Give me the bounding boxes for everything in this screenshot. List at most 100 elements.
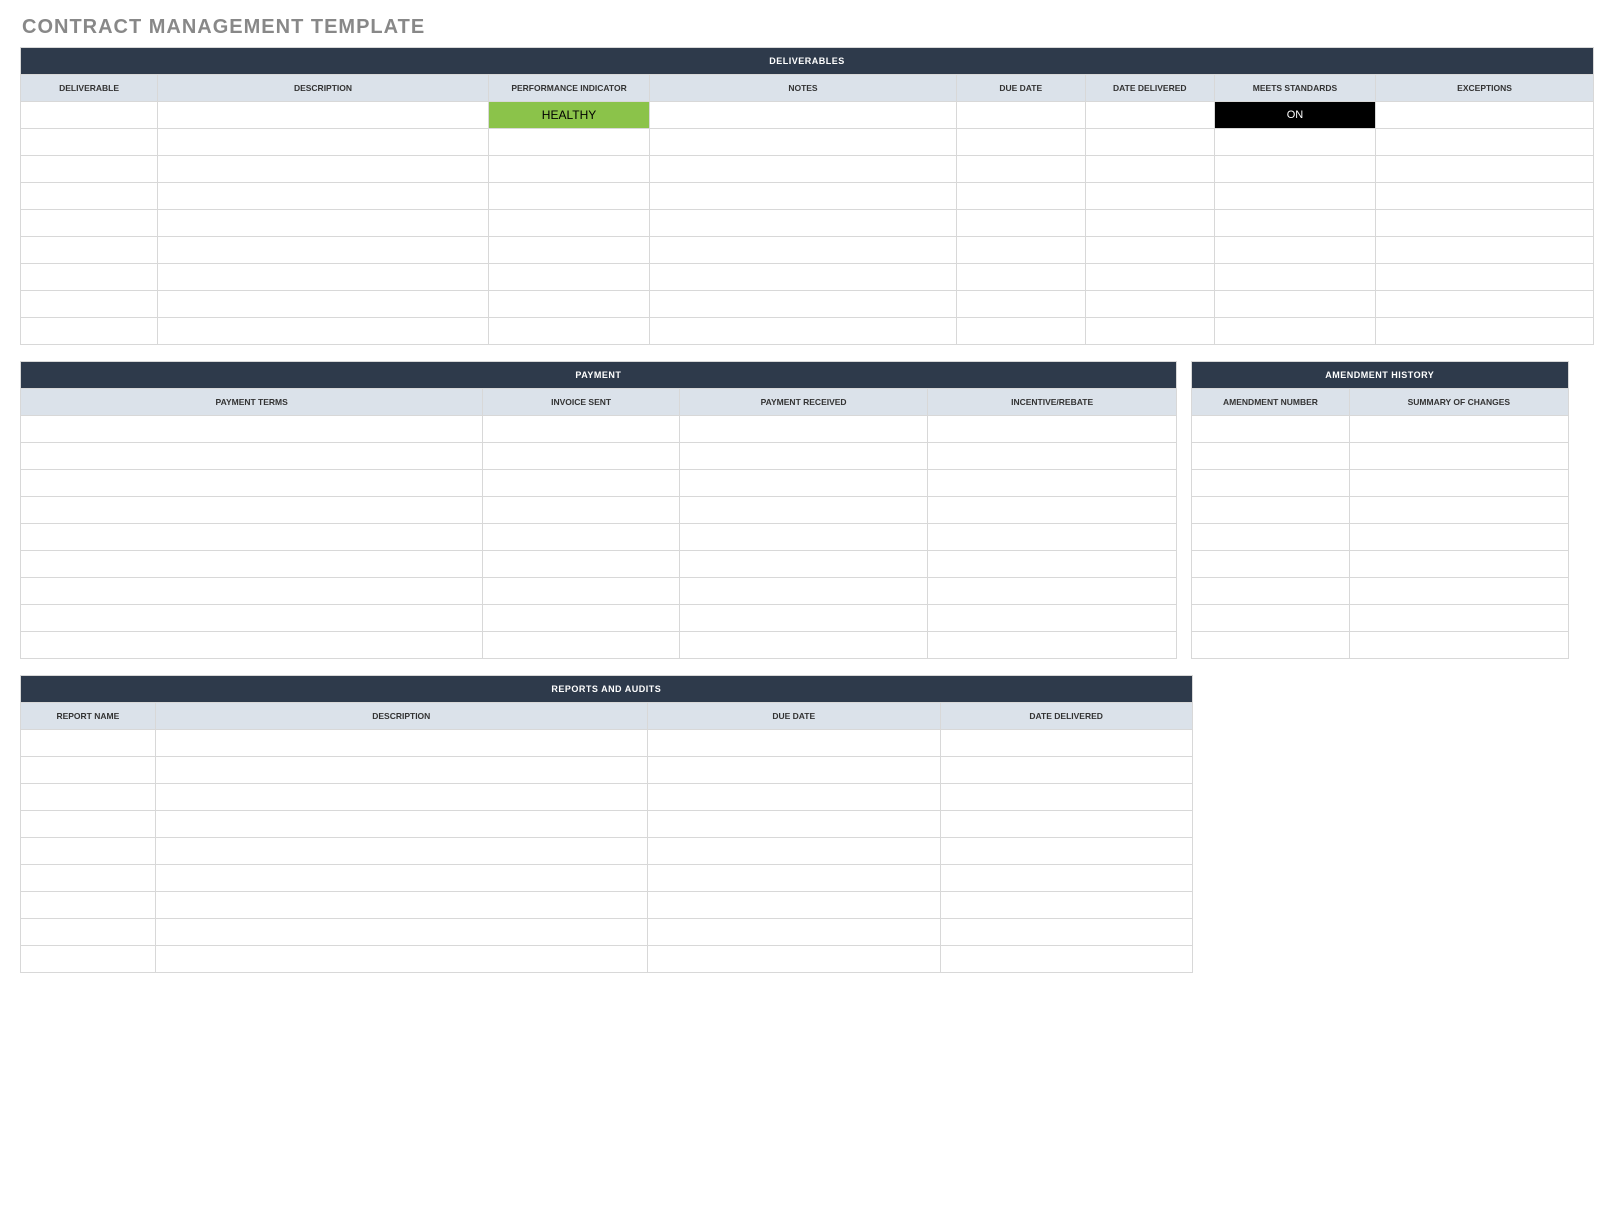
cell[interactable] xyxy=(1214,156,1375,183)
table-row[interactable] xyxy=(21,946,1193,973)
cell[interactable] xyxy=(1085,318,1214,345)
cell[interactable] xyxy=(1376,237,1594,264)
table-row[interactable] xyxy=(21,578,1177,605)
cell[interactable] xyxy=(158,129,489,156)
cell[interactable] xyxy=(158,183,489,210)
cell[interactable] xyxy=(940,838,1192,865)
cell[interactable] xyxy=(1085,183,1214,210)
cell[interactable] xyxy=(650,102,957,129)
cell[interactable] xyxy=(21,865,156,892)
table-row[interactable] xyxy=(1191,632,1568,659)
table-row[interactable] xyxy=(21,605,1177,632)
cell[interactable] xyxy=(647,730,940,757)
cell[interactable] xyxy=(1350,443,1569,470)
cell[interactable] xyxy=(940,865,1192,892)
table-row[interactable] xyxy=(21,757,1193,784)
cell[interactable] xyxy=(928,470,1177,497)
cell[interactable] xyxy=(650,129,957,156)
cell[interactable] xyxy=(21,811,156,838)
cell[interactable] xyxy=(940,946,1192,973)
cell[interactable] xyxy=(650,291,957,318)
table-row[interactable] xyxy=(21,470,1177,497)
table-row[interactable] xyxy=(21,551,1177,578)
cell[interactable] xyxy=(21,416,483,443)
table-row[interactable] xyxy=(21,865,1193,892)
cell[interactable] xyxy=(483,551,679,578)
cell[interactable] xyxy=(1214,264,1375,291)
cell[interactable] xyxy=(940,919,1192,946)
table-row[interactable] xyxy=(1191,416,1568,443)
cell[interactable] xyxy=(488,318,649,345)
cell[interactable] xyxy=(1376,318,1594,345)
table-row[interactable] xyxy=(21,156,1594,183)
cell[interactable] xyxy=(21,578,483,605)
cell[interactable] xyxy=(158,102,489,129)
table-row[interactable]: HEALTHYON xyxy=(21,102,1594,129)
cell[interactable] xyxy=(650,237,957,264)
cell[interactable] xyxy=(679,416,928,443)
cell[interactable] xyxy=(928,551,1177,578)
cell[interactable] xyxy=(21,443,483,470)
cell[interactable] xyxy=(1191,632,1349,659)
cell[interactable] xyxy=(155,892,647,919)
cell[interactable] xyxy=(1191,578,1349,605)
table-row[interactable] xyxy=(1191,524,1568,551)
table-row[interactable] xyxy=(1191,497,1568,524)
cell[interactable] xyxy=(928,443,1177,470)
cell[interactable] xyxy=(679,578,928,605)
table-row[interactable] xyxy=(21,237,1594,264)
cell[interactable] xyxy=(679,551,928,578)
cell[interactable] xyxy=(1376,291,1594,318)
table-row[interactable] xyxy=(21,183,1594,210)
table-row[interactable] xyxy=(21,129,1594,156)
cell[interactable] xyxy=(647,838,940,865)
cell[interactable] xyxy=(1085,102,1214,129)
cell[interactable] xyxy=(21,784,156,811)
cell[interactable] xyxy=(483,632,679,659)
table-row[interactable] xyxy=(21,210,1594,237)
cell[interactable] xyxy=(650,318,957,345)
cell[interactable] xyxy=(1376,102,1594,129)
cell[interactable] xyxy=(1214,237,1375,264)
cell[interactable] xyxy=(1085,264,1214,291)
cell[interactable] xyxy=(488,291,649,318)
cell[interactable] xyxy=(21,919,156,946)
table-row[interactable] xyxy=(21,318,1594,345)
cell[interactable] xyxy=(940,730,1192,757)
cell[interactable] xyxy=(1085,291,1214,318)
cell[interactable] xyxy=(155,784,647,811)
cell[interactable] xyxy=(647,757,940,784)
cell[interactable] xyxy=(21,210,158,237)
cell[interactable] xyxy=(928,416,1177,443)
cell[interactable] xyxy=(679,632,928,659)
cell[interactable] xyxy=(1350,578,1569,605)
cell[interactable] xyxy=(647,892,940,919)
table-row[interactable] xyxy=(1191,605,1568,632)
cell[interactable] xyxy=(21,129,158,156)
cell[interactable] xyxy=(1376,183,1594,210)
cell[interactable] xyxy=(940,784,1192,811)
table-row[interactable] xyxy=(21,524,1177,551)
cell[interactable] xyxy=(956,264,1085,291)
cell[interactable] xyxy=(21,470,483,497)
table-row[interactable] xyxy=(21,811,1193,838)
cell[interactable] xyxy=(1350,470,1569,497)
meets-standards-cell[interactable]: ON xyxy=(1214,102,1375,129)
cell[interactable] xyxy=(928,578,1177,605)
table-row[interactable] xyxy=(1191,578,1568,605)
cell[interactable] xyxy=(928,497,1177,524)
cell[interactable] xyxy=(21,497,483,524)
cell[interactable] xyxy=(155,811,647,838)
table-row[interactable] xyxy=(21,838,1193,865)
cell[interactable] xyxy=(488,156,649,183)
cell[interactable] xyxy=(21,156,158,183)
cell[interactable] xyxy=(488,183,649,210)
cell[interactable] xyxy=(956,156,1085,183)
cell[interactable] xyxy=(1350,605,1569,632)
table-row[interactable] xyxy=(21,443,1177,470)
cell[interactable] xyxy=(940,811,1192,838)
cell[interactable] xyxy=(21,838,156,865)
cell[interactable] xyxy=(956,183,1085,210)
cell[interactable] xyxy=(940,757,1192,784)
cell[interactable] xyxy=(1376,129,1594,156)
